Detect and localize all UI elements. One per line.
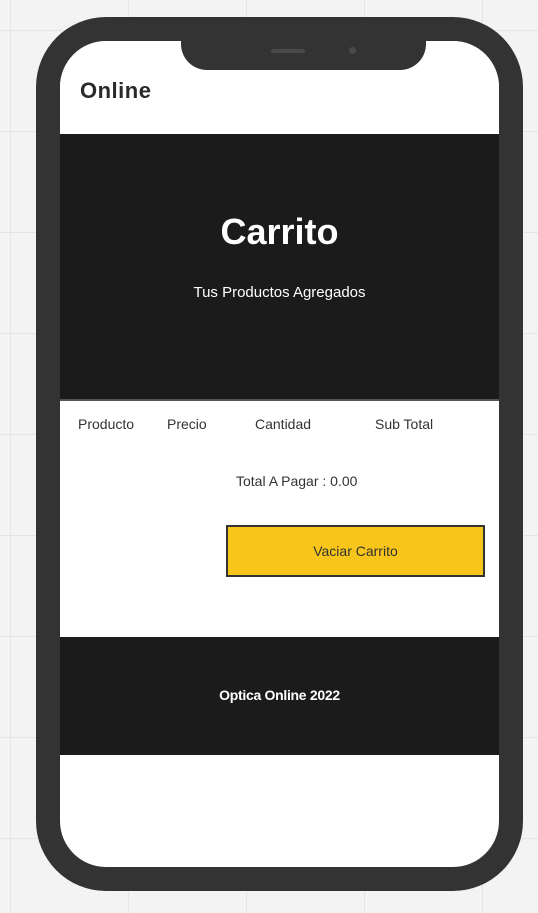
column-header-producto: Producto	[78, 416, 135, 432]
phone-frame: Online Carrito Tus Productos Agregados P…	[36, 17, 523, 891]
total-value: 0.00	[330, 473, 358, 489]
brand-title[interactable]: Online	[80, 78, 151, 104]
cart-total: Total A Pagar : 0.00	[236, 473, 357, 489]
column-header-precio: Precio	[167, 416, 207, 432]
column-header-subtotal: Sub Total	[375, 416, 434, 432]
footer-text: Optica Online 2022	[219, 687, 340, 703]
cart-table-header: Producto Precio Cantidad Sub Total	[60, 416, 499, 436]
page-title: Carrito	[220, 211, 339, 252]
total-label: Total A Pagar :	[236, 473, 331, 489]
footer: Optica Online 2022	[60, 637, 499, 755]
empty-cart-button[interactable]: Vaciar Carrito	[226, 525, 485, 577]
phone-notch	[181, 41, 426, 70]
speaker-icon	[271, 49, 305, 53]
column-header-cantidad: Cantidad	[255, 416, 312, 432]
hero-banner: Carrito Tus Productos Agregados	[60, 134, 499, 401]
page-subtitle: Tus Productos Agregados	[193, 284, 366, 301]
phone-screen: Online Carrito Tus Productos Agregados P…	[60, 41, 499, 867]
camera-icon	[349, 47, 356, 54]
